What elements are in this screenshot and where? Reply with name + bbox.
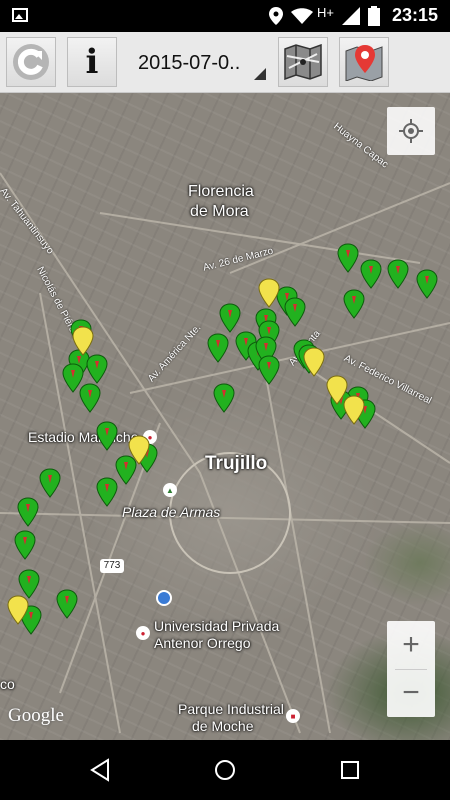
date-select[interactable]: 2015-07-0.. — [128, 44, 268, 82]
status-icons: H+ — [269, 4, 380, 26]
location-icon — [269, 7, 284, 25]
green-pin-icon[interactable] — [56, 589, 78, 619]
place-label-parque-2: de Moche — [192, 718, 254, 734]
home-icon[interactable] — [213, 758, 237, 782]
green-pin-icon[interactable] — [213, 383, 235, 413]
battery-icon — [368, 6, 380, 26]
green-pin-icon[interactable] — [416, 269, 438, 299]
my-location-button[interactable] — [387, 107, 435, 155]
green-pin-icon[interactable] — [39, 468, 61, 498]
crosshair-icon — [399, 119, 423, 143]
map-type-button[interactable] — [278, 37, 328, 87]
markers-button[interactable] — [339, 37, 389, 87]
university-poi-icon: ● — [136, 626, 150, 640]
toolbar: i 2015-07-0.. — [0, 32, 450, 93]
map-view[interactable]: Av. Tahuantinsuyo Nicolás de Piérola Hua… — [0, 93, 450, 740]
green-pin-icon[interactable] — [337, 243, 359, 273]
green-pin-icon[interactable] — [360, 259, 382, 289]
green-pin-icon[interactable] — [343, 289, 365, 319]
image-notification-icon — [12, 8, 28, 22]
info-icon: i — [85, 42, 99, 82]
place-label-trujillo: Trujillo — [205, 453, 268, 474]
place-label-florencia: Florencia — [188, 183, 254, 200]
green-pin-icon[interactable] — [96, 477, 118, 507]
map-icon — [284, 44, 322, 80]
place-label-universidad-1: Universidad Privada — [154, 618, 280, 634]
place-label-plaza: Plaza de Armas — [122, 504, 221, 520]
yellow-pin-icon[interactable] — [343, 395, 365, 425]
place-label-de-mora: de Mora — [190, 203, 249, 220]
place-label-universidad-2: Antenor Orrego — [154, 635, 251, 651]
yellow-pin-icon[interactable] — [258, 278, 280, 308]
yellow-pin-icon[interactable] — [128, 435, 150, 465]
wifi-icon — [291, 8, 314, 24]
network-type: H+ — [317, 4, 334, 20]
yellow-pin-icon[interactable] — [72, 326, 94, 356]
clock: 23:15 — [391, 5, 438, 25]
green-pin-icon[interactable] — [79, 383, 101, 413]
yellow-pin-icon[interactable] — [303, 347, 325, 377]
date-value: 2015-07-0.. — [138, 51, 241, 74]
green-pin-icon[interactable] — [86, 354, 108, 384]
green-pin-icon[interactable] — [284, 297, 306, 327]
green-pin-icon[interactable] — [258, 355, 280, 385]
green-pin-icon[interactable] — [96, 421, 118, 451]
place-label-edge-fragment: co — [0, 676, 15, 692]
recents-icon[interactable] — [338, 758, 362, 782]
place-label-parque-1: Parque Industrial — [178, 701, 284, 717]
green-pin-icon[interactable] — [17, 497, 39, 527]
google-attribution: Google — [8, 705, 64, 726]
refresh-icon — [13, 44, 49, 80]
map-marker-icon — [345, 45, 383, 81]
place-label-estadio: Estadio Mansiche — [28, 429, 139, 445]
green-pin-icon[interactable] — [219, 303, 241, 333]
signal-icon — [342, 7, 360, 25]
current-location-dot — [156, 590, 172, 606]
green-pin-icon[interactable] — [387, 259, 409, 289]
green-pin-icon[interactable] — [207, 333, 229, 363]
zoom-in-button[interactable]: + — [387, 621, 435, 669]
industrial-poi-icon: ■ — [286, 709, 300, 723]
park-poi-icon: ▲ — [163, 483, 177, 497]
navigation-bar — [0, 740, 450, 800]
back-icon[interactable] — [88, 758, 112, 782]
zoom-out-button[interactable]: − — [387, 669, 435, 717]
zoom-controls: + − — [387, 621, 435, 717]
highway-shield: 773 — [100, 559, 124, 573]
dropdown-caret-icon — [254, 68, 266, 80]
info-button[interactable]: i — [67, 37, 117, 87]
refresh-button[interactable] — [6, 37, 56, 87]
green-pin-icon[interactable] — [14, 530, 36, 560]
status-bar: H+ 23:15 — [0, 0, 450, 32]
yellow-pin-icon[interactable] — [7, 595, 29, 625]
